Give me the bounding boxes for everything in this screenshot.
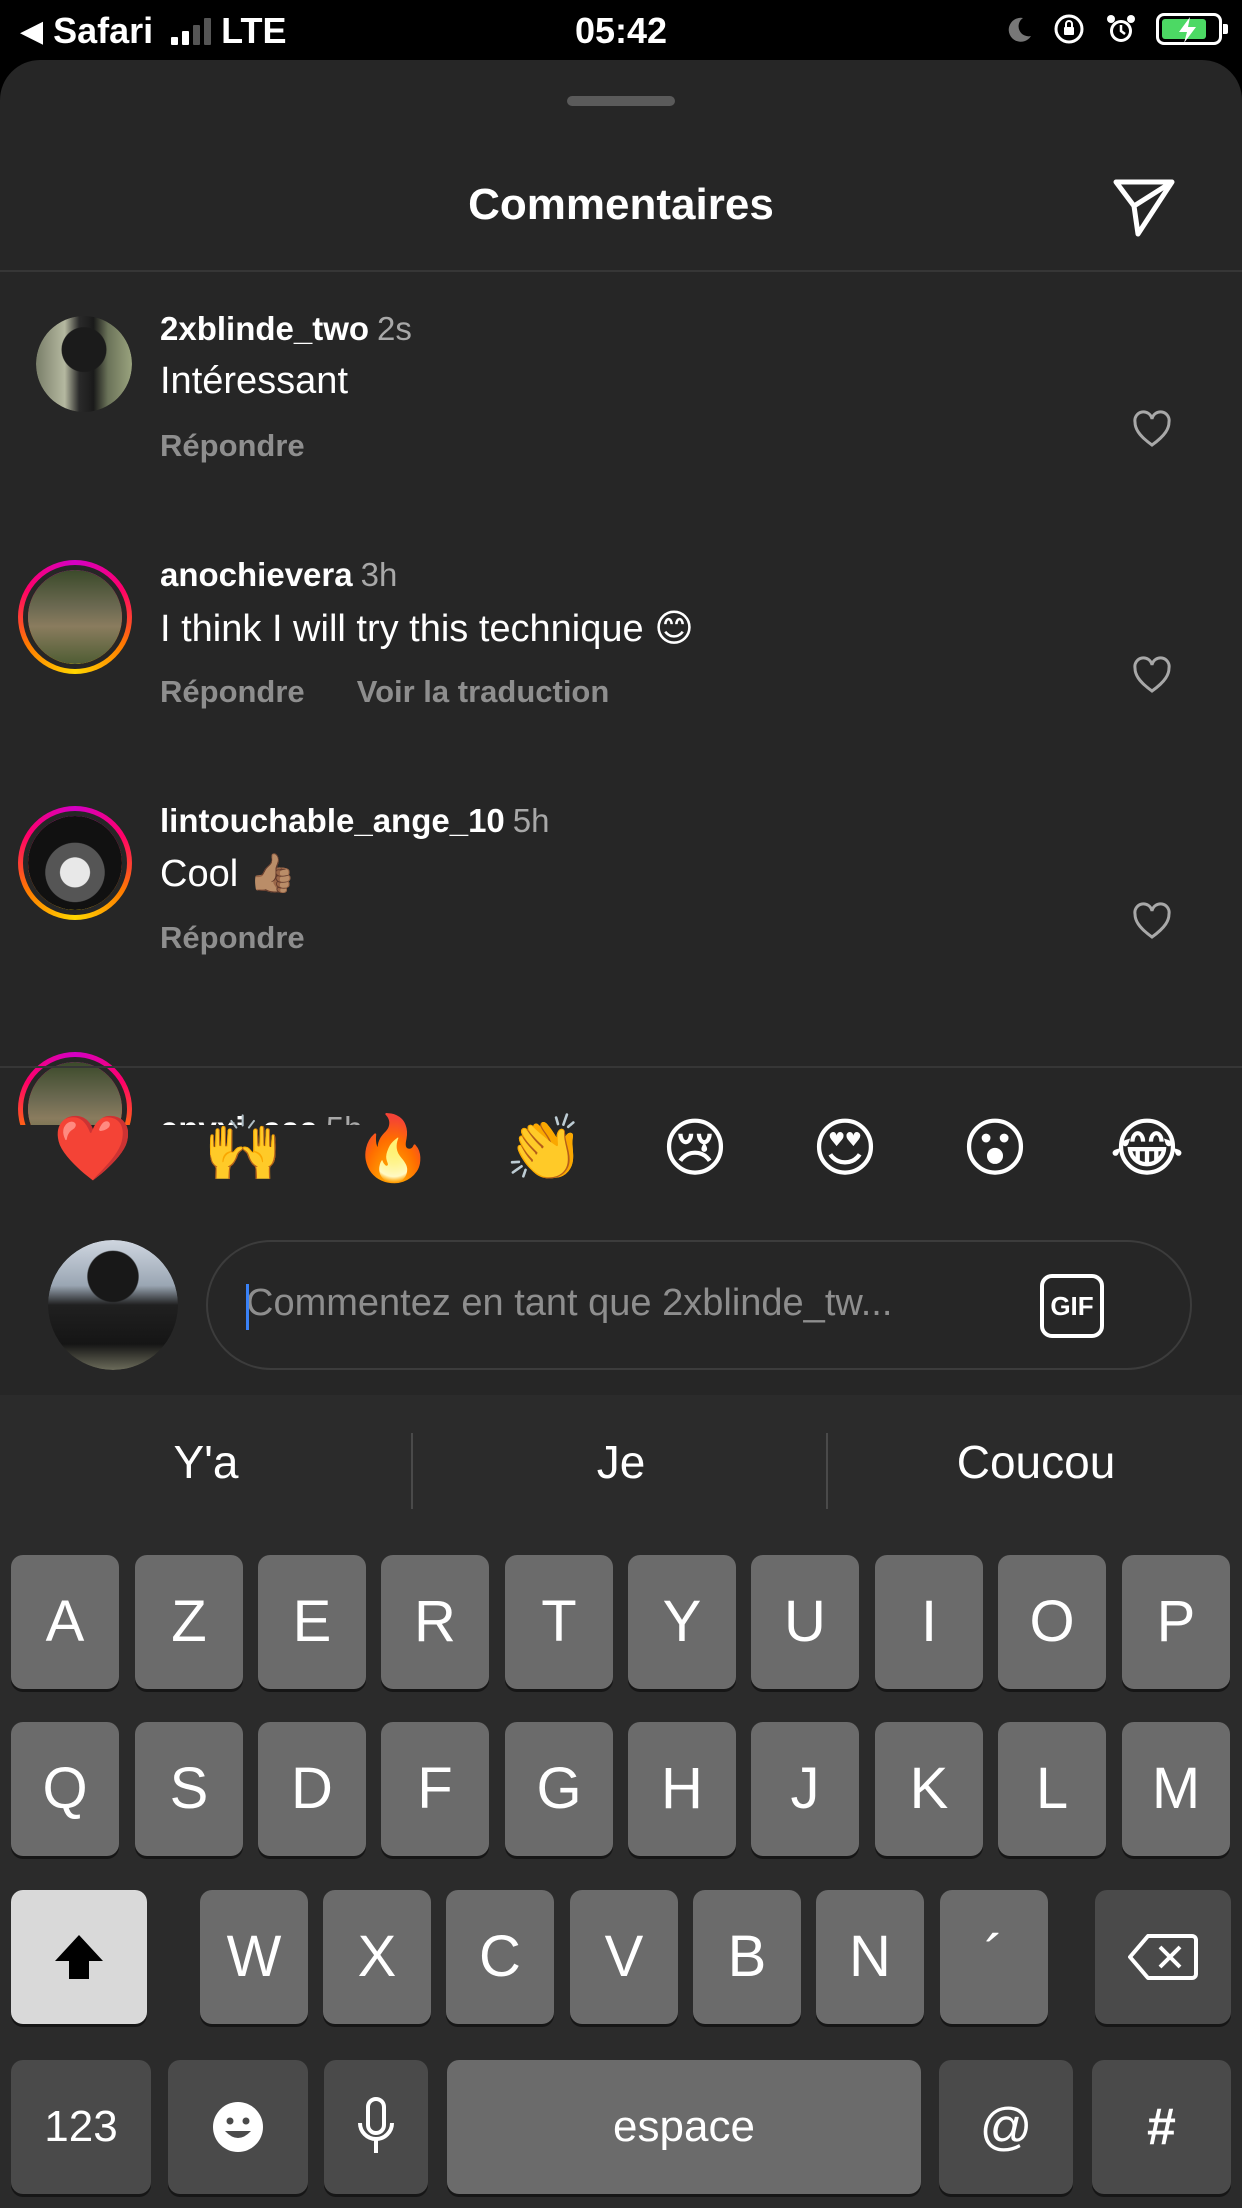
comment-username[interactable]: lintouchable_ange_10 [160,802,505,839]
current-user-avatar[interactable] [48,1240,178,1370]
like-heart-icon[interactable] [1132,902,1172,942]
emoji-laughing-tears[interactable]: 😂 [1092,1094,1202,1204]
share-button[interactable] [1108,170,1180,242]
key-z[interactable]: Z [135,1555,243,1689]
send-icon [1113,179,1175,237]
rotation-lock-icon [1054,14,1084,44]
key-t[interactable]: T [505,1555,613,1689]
predictive-bar: Y'a Je Coucou [0,1395,1242,1545]
comment-text: I think I will try this technique 😊 [160,608,694,650]
text-caret [246,1284,249,1330]
comment-time: 5h [512,802,550,839]
key-w[interactable]: W [200,1890,308,2024]
alarm-icon [1107,15,1135,42]
reply-button[interactable]: Répondre [160,920,305,956]
comment-username[interactable]: 2xblinde_two [160,310,369,347]
key-r[interactable]: R [381,1555,489,1689]
key-s[interactable]: S [135,1722,243,1856]
like-heart-icon[interactable] [1132,656,1172,696]
battery-icon [1156,13,1228,45]
key-p[interactable]: P [1122,1555,1230,1689]
comment-time: 3h [360,556,398,593]
key-b[interactable]: B [693,1890,801,2024]
sheet-grabber[interactable] [567,96,675,106]
emoji-fire[interactable]: 🔥 [338,1094,448,1204]
reply-button[interactable]: Répondre [160,674,305,710]
emoji-crying-face[interactable]: 😢 [640,1094,750,1204]
status-bar: ◀ Safari LTE 05:42 [0,0,1242,60]
comment-text: Intéressant [160,360,348,402]
keyboard: Y'a Je Coucou A Z E R T Y U I O P Q S D … [0,1395,1242,2208]
key-u[interactable]: U [751,1555,859,1689]
key-j[interactable]: J [751,1722,859,1856]
emoji-heart-eyes[interactable]: 😍 [790,1094,900,1204]
comment-time: 2s [377,310,412,347]
key-g[interactable]: G [505,1722,613,1856]
key-i[interactable]: I [875,1555,983,1689]
key-v[interactable]: V [570,1890,678,2024]
key-m[interactable]: M [1122,1722,1230,1856]
key-x[interactable]: X [323,1890,431,2024]
see-translation-button[interactable]: Voir la traduction [357,674,610,710]
comment-username[interactable]: anochievera [160,556,353,593]
emoji-divider [0,1066,1242,1068]
dictation-key[interactable] [324,2060,428,2194]
comment-item: anochievera 3h I think I will try this te… [0,556,1242,756]
key-n[interactable]: N [816,1890,924,2024]
comment-item: 2xblinde_two 2s Intéressant Répondre [0,310,1242,510]
emoji-smiley-icon [213,2102,263,2152]
key-y[interactable]: Y [628,1555,736,1689]
backspace-key[interactable] [1095,1890,1231,2024]
at-key[interactable]: @ [939,2060,1073,2194]
emoji-heart[interactable]: ❤️ [38,1094,148,1204]
microphone-icon [358,2097,394,2153]
avatar[interactable] [18,560,132,674]
comment-item: lintouchable_ange_10 5h Cool 👍🏽 Répondre [0,802,1242,1002]
reply-button[interactable]: Répondre [160,428,305,464]
emoji-raising-hands[interactable]: 🙌 [188,1094,298,1204]
emoji-bar: ❤️ 🙌 🔥 👏 😢 😍 😮 😂 [0,1094,1242,1204]
status-right [1004,12,1228,46]
header-divider [0,270,1242,272]
key-d[interactable]: D [258,1722,366,1856]
key-o[interactable]: O [998,1555,1106,1689]
avatar[interactable] [18,806,132,920]
key-c[interactable]: C [446,1890,554,2024]
emoji-surprised-face[interactable]: 😮 [940,1094,1050,1204]
key-e[interactable]: E [258,1555,366,1689]
emoji-key[interactable] [168,2060,308,2194]
comment-input[interactable]: Commentez en tant que 2xblinde_tw... GIF [206,1240,1192,1370]
sheet-title: Commentaires [468,180,774,229]
avatar[interactable] [36,316,132,412]
moon-icon [1008,17,1031,42]
key-l[interactable]: L [998,1722,1106,1856]
numbers-key[interactable]: 123 [11,2060,151,2194]
suggestion-3[interactable]: Coucou [830,1435,1242,1489]
hash-key[interactable]: # [1092,2060,1231,2194]
key-a[interactable]: A [11,1555,119,1689]
suggestion-2[interactable]: Je [415,1435,827,1489]
like-heart-icon[interactable] [1132,410,1172,450]
comment-input-placeholder[interactable]: Commentez en tant que 2xblinde_tw... [246,1282,892,1325]
key-q[interactable]: Q [11,1722,119,1856]
emoji-clapping-hands[interactable]: 👏 [490,1094,600,1204]
backspace-icon [1128,1934,1198,1980]
shift-key[interactable] [11,1890,147,2024]
key-k[interactable]: K [875,1722,983,1856]
key-h[interactable]: H [628,1722,736,1856]
key-acute-accent[interactable]: ´ [940,1890,1048,2024]
shift-arrow-icon [55,1935,103,1979]
suggestion-1[interactable]: Y'a [0,1435,412,1489]
key-f[interactable]: F [381,1722,489,1856]
space-key[interactable]: espace [447,2060,921,2194]
gif-button[interactable]: GIF [1040,1274,1104,1338]
comment-text: Cool 👍🏽 [160,853,297,895]
